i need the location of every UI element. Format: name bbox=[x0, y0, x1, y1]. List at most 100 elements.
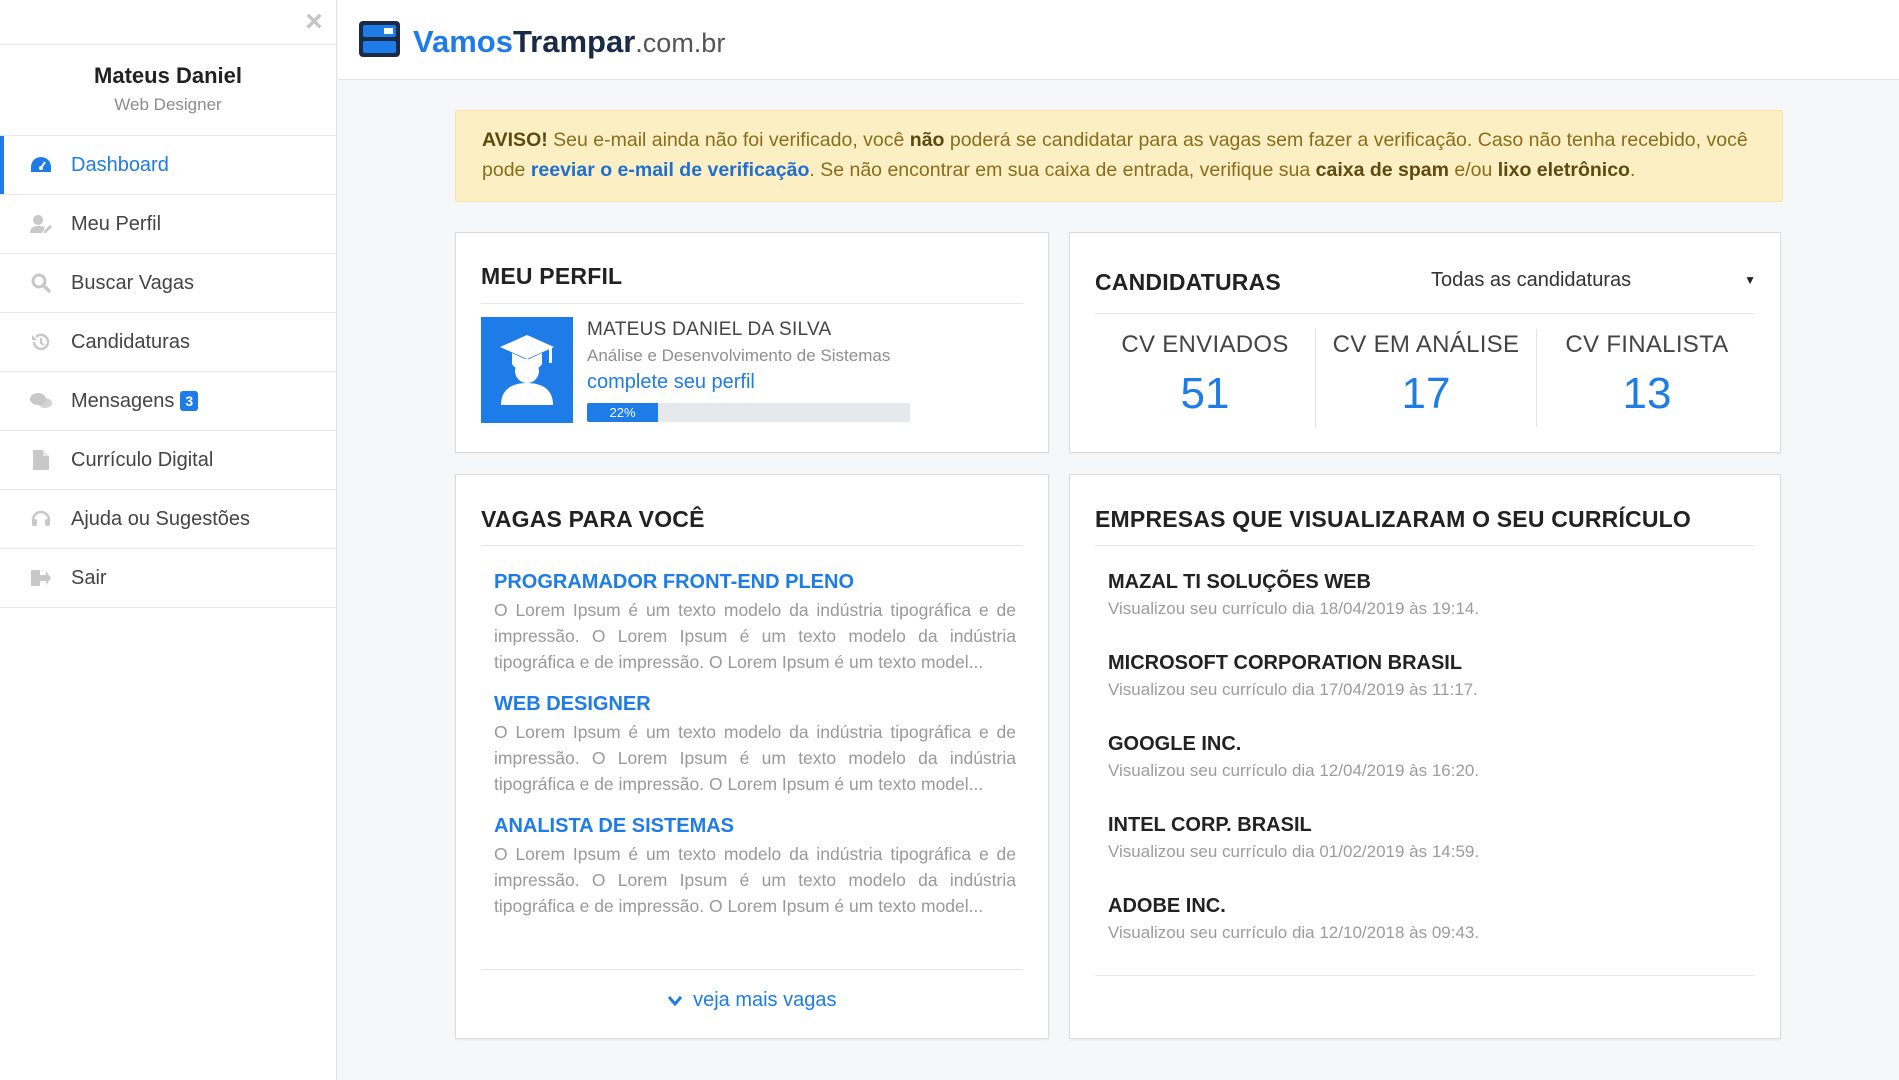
company-view-date: Visualizou seu currículo dia 01/02/2019 … bbox=[1108, 842, 1480, 861]
logo-icon bbox=[358, 20, 401, 63]
job-title-link[interactable]: WEB DESIGNER bbox=[494, 693, 1016, 716]
card-title: CANDIDATURAS bbox=[1095, 269, 1281, 295]
job-description: O Lorem Ipsum é um texto modelo da indús… bbox=[494, 722, 1016, 794]
profile-course: Análise e Desenvolvimento de Sistemas bbox=[587, 346, 891, 365]
stat-cv-em-analise[interactable]: CV EM ANÁLISE 17 bbox=[1315, 329, 1536, 427]
user-edit-icon bbox=[30, 213, 52, 235]
divider bbox=[1095, 545, 1755, 546]
profile-full-name: MATEUS DANIEL DA SILVA bbox=[587, 319, 832, 340]
applications-filter-select[interactable]: Todas as candidaturas ▼ bbox=[1431, 269, 1756, 292]
divider bbox=[1095, 313, 1755, 314]
complete-profile-link[interactable]: complete seu perfil bbox=[587, 371, 890, 394]
progress-fill: 22% bbox=[587, 403, 659, 422]
list-item: ADOBE INC. Visualizou seu currículo dia … bbox=[1108, 895, 1728, 976]
sidebar-item-mensagens[interactable]: Mensagens 3 bbox=[0, 372, 336, 431]
divider bbox=[481, 303, 1023, 304]
list-item: MICROSOFT CORPORATION BRASIL Visualizou … bbox=[1108, 652, 1728, 733]
list-item: INTEL CORP. BRASIL Visualizou seu curríc… bbox=[1108, 814, 1728, 895]
sidebar-item-dashboard[interactable]: Dashboard bbox=[0, 136, 336, 195]
document-icon bbox=[30, 449, 52, 471]
logout-icon bbox=[30, 567, 52, 589]
sidebar-profile: Mateus Daniel Web Designer bbox=[0, 44, 336, 136]
list-item: MAZAL TI SOLUÇÕES WEB Visualizou seu cur… bbox=[1108, 571, 1728, 652]
more-jobs-link[interactable]: veja mais vagas bbox=[456, 989, 1048, 1012]
company-view-date: Visualizou seu currículo dia 17/04/2019 … bbox=[1108, 680, 1478, 699]
job-title-link[interactable]: ANALISTA DE SISTEMAS bbox=[494, 815, 1016, 838]
sidebar-item-buscar-vagas[interactable]: Buscar Vagas bbox=[0, 254, 336, 313]
top-header: VamosTrampar.com.br bbox=[338, 0, 1899, 80]
headset-icon bbox=[30, 508, 52, 530]
profile-info: MATEUS DANIEL DA SILVA Análise e Desenvo… bbox=[587, 319, 890, 394]
list-item: GOOGLE INC. Visualizou seu currículo dia… bbox=[1108, 733, 1728, 814]
company-view-date: Visualizou seu currículo dia 12/04/2019 … bbox=[1108, 761, 1480, 780]
card-title: VAGAS PARA VOCÊ bbox=[481, 506, 705, 532]
applications-card: CANDIDATURAS Todas as candidaturas ▼ CV … bbox=[1069, 232, 1781, 453]
unread-badge: 3 bbox=[180, 391, 199, 411]
profile-progress-bar: 22% bbox=[587, 403, 910, 422]
profile-card: MEU PERFIL MATEUS DANIEL DA SILVA Anális… bbox=[455, 232, 1049, 453]
chat-icon bbox=[30, 390, 52, 412]
logo-text: VamosTrampar.com.br bbox=[413, 23, 726, 59]
more-jobs-label: veja mais vagas bbox=[693, 989, 837, 1011]
company-name: GOOGLE INC. bbox=[1108, 733, 1242, 755]
divider bbox=[1095, 975, 1755, 976]
card-title: EMPRESAS QUE VISUALIZARAM O SEU CURRÍCUL… bbox=[1095, 506, 1692, 532]
job-description: O Lorem Ipsum é um texto modelo da indús… bbox=[494, 844, 1016, 916]
list-item: PROGRAMADOR FRONT-END PLENO O Lorem Ipsu… bbox=[494, 571, 1016, 675]
close-icon[interactable]: × bbox=[302, 6, 326, 38]
stat-label: CV ENVIADOS bbox=[1121, 331, 1289, 358]
dashboard-icon bbox=[30, 154, 52, 176]
user-name: Mateus Daniel bbox=[94, 63, 242, 88]
sidebar-item-label: Dashboard bbox=[71, 153, 169, 176]
company-view-date: Visualizou seu currículo dia 18/04/2019 … bbox=[1108, 599, 1480, 618]
avatar bbox=[481, 317, 573, 423]
chevron-down-icon bbox=[667, 989, 688, 1011]
user-role: Web Designer bbox=[114, 95, 222, 114]
sidebar-item-label: Meu Perfil bbox=[71, 212, 162, 235]
company-view-date: Visualizou seu currículo dia 12/10/2018 … bbox=[1108, 923, 1480, 942]
card-title: MEU PERFIL bbox=[481, 263, 623, 289]
company-name: MAZAL TI SOLUÇÕES WEB bbox=[1108, 571, 1371, 593]
sidebar-item-label: Mensagens bbox=[71, 389, 175, 412]
sidebar: × Mateus Daniel Web Designer Dashboard M… bbox=[0, 0, 337, 1080]
sidebar-nav: Dashboard Meu Perfil Buscar Vagas Candid… bbox=[0, 136, 336, 608]
stat-cv-enviados[interactable]: CV ENVIADOS 51 bbox=[1095, 329, 1315, 427]
filter-value: Todas as candidaturas bbox=[1431, 269, 1632, 291]
companies-viewed-card: EMPRESAS QUE VISUALIZARAM O SEU CURRÍCUL… bbox=[1069, 474, 1781, 1039]
sidebar-item-label: Sair bbox=[71, 566, 107, 589]
job-description: O Lorem Ipsum é um texto modelo da indús… bbox=[494, 600, 1016, 672]
sidebar-item-sair[interactable]: Sair bbox=[0, 549, 336, 608]
divider bbox=[481, 545, 1023, 546]
stat-cv-finalista[interactable]: CV FINALISTA 13 bbox=[1536, 329, 1757, 427]
stat-value: 51 bbox=[1180, 369, 1230, 418]
stat-value: 13 bbox=[1622, 369, 1672, 418]
sidebar-item-candidaturas[interactable]: Candidaturas bbox=[0, 313, 336, 372]
sidebar-item-curriculo-digital[interactable]: Currículo Digital bbox=[0, 431, 336, 490]
company-name: MICROSOFT CORPORATION BRASIL bbox=[1108, 652, 1463, 674]
jobs-card: VAGAS PARA VOCÊ PROGRAMADOR FRONT-END PL… bbox=[455, 474, 1049, 1039]
sidebar-item-ajuda[interactable]: Ajuda ou Sugestões bbox=[0, 490, 336, 549]
companies-list: MAZAL TI SOLUÇÕES WEB Visualizou seu cur… bbox=[1108, 571, 1728, 976]
application-stats: CV ENVIADOS 51 CV EM ANÁLISE 17 CV FINAL… bbox=[1095, 329, 1757, 427]
chevron-down-icon: ▼ bbox=[1744, 273, 1756, 287]
stat-label: CV EM ANÁLISE bbox=[1332, 331, 1520, 358]
company-name: INTEL CORP. BRASIL bbox=[1108, 814, 1312, 836]
sidebar-item-meu-perfil[interactable]: Meu Perfil bbox=[0, 195, 336, 254]
email-verification-alert: AVISO! Seu e-mail ainda não foi verifica… bbox=[455, 110, 1783, 202]
graduate-icon bbox=[500, 335, 554, 405]
site-logo[interactable]: VamosTrampar.com.br bbox=[358, 20, 725, 63]
history-icon bbox=[30, 331, 52, 353]
resend-verification-link[interactable]: reeviar o e-mail de verificação bbox=[531, 159, 810, 181]
sidebar-item-label: Candidaturas bbox=[71, 330, 190, 353]
sidebar-item-label: Currículo Digital bbox=[71, 448, 214, 471]
divider bbox=[481, 969, 1023, 970]
job-title-link[interactable]: PROGRAMADOR FRONT-END PLENO bbox=[494, 571, 1016, 594]
stat-label: CV FINALISTA bbox=[1565, 331, 1729, 358]
search-icon bbox=[30, 272, 52, 294]
stat-value: 17 bbox=[1401, 369, 1451, 418]
list-item: WEB DESIGNER O Lorem Ipsum é um texto mo… bbox=[494, 693, 1016, 797]
alert-prefix: AVISO! bbox=[482, 129, 548, 151]
company-name: ADOBE INC. bbox=[1108, 895, 1226, 917]
sidebar-item-label: Ajuda ou Sugestões bbox=[71, 507, 251, 530]
list-item: ANALISTA DE SISTEMAS O Lorem Ipsum é um … bbox=[494, 815, 1016, 919]
